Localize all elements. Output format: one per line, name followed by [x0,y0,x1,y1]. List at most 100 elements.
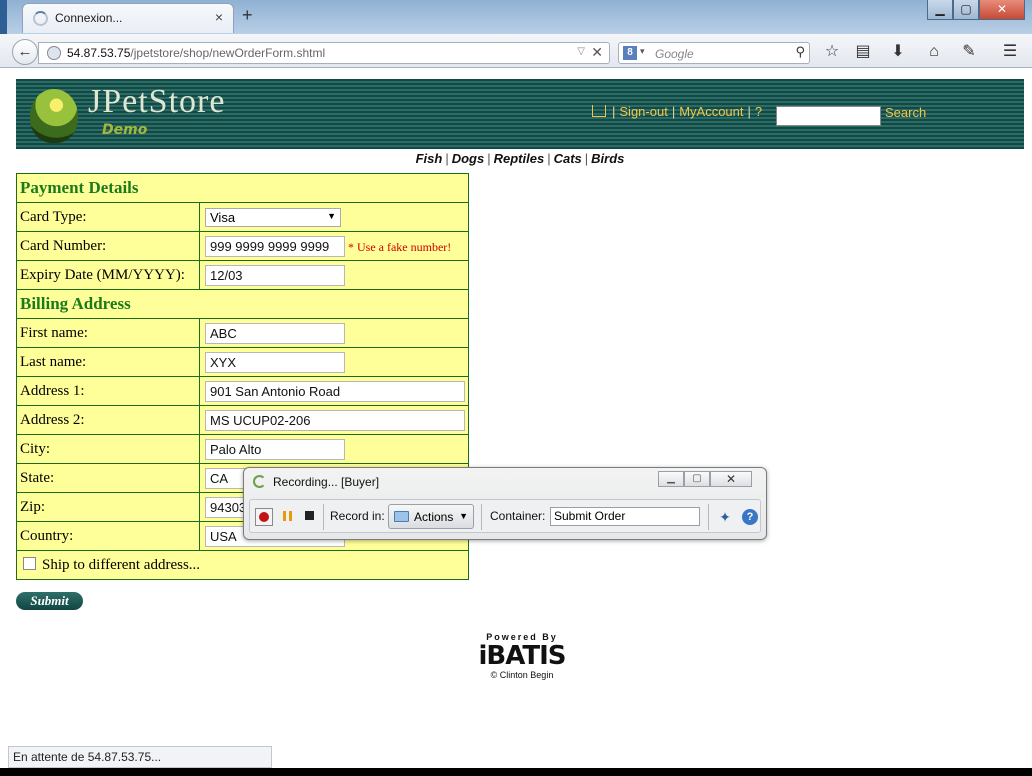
my-account-link[interactable]: MyAccount [679,104,743,119]
billing-address-heading: Billing Address [16,289,469,319]
address1-label: Address 1: [16,376,200,406]
container-input[interactable]: Submit Order [550,507,700,526]
address2-label: Address 2: [16,405,200,435]
record-icon[interactable] [255,508,273,526]
form-row: Address 2: [16,405,469,435]
recorder-maximize-button[interactable]: ▢ [684,471,710,487]
address-bar[interactable]: 54.87.53.75/jpetstore/shop/newOrderForm.… [38,42,610,64]
star-icon[interactable]: ☆ [821,42,843,62]
separator: | [584,151,589,166]
window-minimize-button[interactable]: ▁ [927,0,953,20]
google-engine-icon[interactable]: 8 [623,46,637,60]
separator: | [747,104,751,119]
state-label: State: [16,463,200,493]
store-search-input[interactable] [776,106,881,126]
category-link-reptiles[interactable]: Reptiles [494,151,545,166]
new-tab-button[interactable]: + [242,5,253,26]
cart-icon[interactable] [592,105,606,117]
billing-section-row: Billing Address [16,289,469,319]
recorder-title: Recording... [Buyer] [273,475,380,489]
logo-subtitle: Demo [102,122,148,138]
bookmarks-list-icon[interactable]: ▤ [852,42,874,62]
search-placeholder: Google [655,47,694,61]
help-link[interactable]: ? [755,104,762,119]
separator: | [547,151,551,166]
recording-spinner-icon [253,475,266,488]
ship-different-cell: Ship to different address... [16,550,469,580]
expiry-date-input[interactable] [205,264,345,286]
last-name-input[interactable] [205,351,345,373]
form-cell [199,434,469,464]
card-type-select[interactable]: Visa ▼ [205,207,341,227]
recording-toolbar-window: Recording... [Buyer] ▁ ▢ ✕ Record in: Ac… [243,467,767,540]
ibatis-credit: © Clinton Begin [490,670,554,680]
url-dropdown-icon[interactable]: ▽ [577,46,585,57]
parrot-logo-icon[interactable] [30,89,78,143]
url-text: 54.87.53.75/jpetstore/shop/newOrderForm.… [67,46,325,60]
download-icon[interactable]: ⬇ [887,42,909,62]
separator: | [612,104,616,119]
category-quick-links: Fish | Dogs | Reptiles | Cats | Birds [0,151,1032,166]
stop-icon[interactable] [305,511,314,520]
engine-dropdown-icon[interactable]: ▾ [640,46,645,57]
first-name-input[interactable] [205,322,345,344]
tab-title: Connexion... [55,11,123,25]
payment-section-row: Payment Details [16,173,469,203]
ship-different-label: Ship to different address... [42,556,201,573]
payment-details-heading: Payment Details [16,173,469,203]
browser-tab-active[interactable]: Connexion... × [22,3,234,33]
pause-icon[interactable] [282,509,294,523]
category-link-dogs[interactable]: Dogs [452,151,485,166]
window-edge [0,0,7,34]
addon-icon[interactable]: ✎ [958,42,980,62]
sign-out-link[interactable]: Sign-out [619,104,667,119]
form-cell: * Use a fake number! [199,231,469,261]
recorder-minimize-button[interactable]: ▁ [658,471,684,487]
search-magnifier-icon[interactable]: ⚲ [795,44,805,60]
first-name-label: First name: [16,318,200,348]
browser-tab-strip: Connexion... × + ▁ ▢ ✕ [0,0,1032,34]
window-maximize-button[interactable]: ▢ [953,0,979,20]
city-input[interactable] [205,438,345,460]
fake-number-note: * Use a fake number! [348,239,452,254]
recorder-close-button[interactable]: ✕ [710,471,752,487]
form-row: Expiry Date (MM/YYYY): [16,260,469,290]
separator: | [445,151,449,166]
form-row: Ship to different address... [16,550,469,580]
powered-by-ibatis-logo: Powered By iBATIS © Clinton Begin [469,632,575,680]
window-close-button[interactable]: ✕ [979,0,1025,20]
browser-status-bar: En attente de 54.87.53.75... [8,746,272,768]
submit-button[interactable]: Submit [16,592,83,610]
record-in-dropdown[interactable]: Actions ▼ [388,504,474,529]
card-number-input[interactable] [205,235,345,257]
collapse-icon[interactable]: ✦ [716,508,734,526]
category-link-birds[interactable]: Birds [591,151,624,166]
menu-icon[interactable]: ☰ [999,42,1021,62]
form-row: City: [16,434,469,464]
ship-different-checkbox[interactable] [23,556,36,570]
help-icon[interactable]: ? [742,509,758,525]
stop-loading-icon[interactable]: ✕ [591,44,603,61]
form-cell [199,260,469,290]
category-link-fish[interactable]: Fish [416,151,443,166]
tab-close-icon[interactable]: × [215,9,223,25]
browser-search-box[interactable]: 8 ▾ Google ⚲ [618,42,810,64]
address2-input[interactable] [205,409,465,431]
logo-title[interactable]: JPetStore [88,83,225,121]
city-label: City: [16,434,200,464]
globe-icon [47,46,61,60]
last-name-label: Last name: [16,347,200,377]
store-search-button[interactable]: Search [885,105,926,120]
category-link-cats[interactable]: Cats [554,151,582,166]
form-row: Address 1: [16,376,469,406]
zip-label: Zip: [16,492,200,522]
folder-icon [394,511,409,522]
home-icon[interactable]: ⌂ [923,42,945,62]
form-cell: Visa ▼ [199,202,469,232]
divider [323,504,324,530]
back-button[interactable]: ← [12,39,38,65]
store-header: JPetStore Demo | Sign-out | MyAccount |? Sea… [16,79,1024,149]
address1-input[interactable] [205,380,465,402]
form-row: First name: [16,318,469,348]
chevron-down-icon: ▼ [327,210,336,221]
